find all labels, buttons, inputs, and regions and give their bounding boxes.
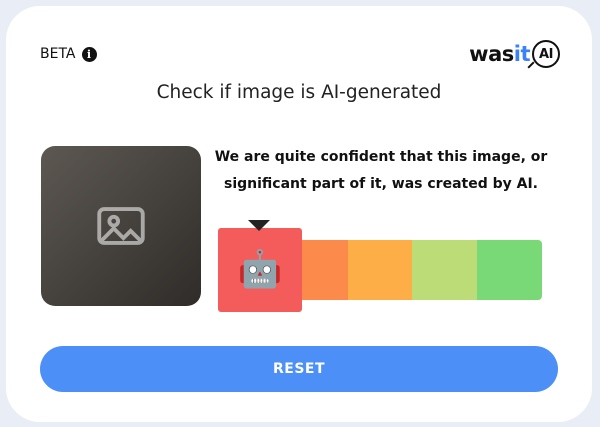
- analyzed-image-placeholder: [41, 146, 201, 306]
- logo-prefix: was: [469, 42, 514, 66]
- photo-icon: [97, 207, 145, 245]
- wasitai-logo[interactable]: was it AI: [469, 40, 560, 68]
- verdict-line-2: significant part of it, was created by A…: [224, 176, 538, 192]
- reset-button[interactable]: RESET: [40, 346, 558, 392]
- confidence-marker: 🤖: [218, 228, 302, 312]
- robot-icon: 🤖: [237, 249, 283, 290]
- scale-segment-5: [477, 240, 542, 300]
- info-icon[interactable]: i: [81, 46, 97, 62]
- pointer-triangle-icon: [248, 220, 270, 231]
- verdict-text: We are quite confident that this image, …: [206, 144, 556, 198]
- page-title: Check if image is AI-generated: [156, 82, 442, 103]
- verdict-line-1: We are quite confident that this image, …: [214, 149, 548, 165]
- beta-badge: BETA i: [40, 46, 97, 62]
- logo-magnifier-icon: AI: [532, 40, 560, 68]
- scale-segment-3: [347, 240, 413, 300]
- logo-accent: it: [513, 42, 531, 66]
- beta-label: BETA: [40, 46, 76, 62]
- scale-segment-4: [412, 240, 478, 300]
- detector-card: BETA i was it AI Check if image is AI-gene…: [6, 6, 592, 422]
